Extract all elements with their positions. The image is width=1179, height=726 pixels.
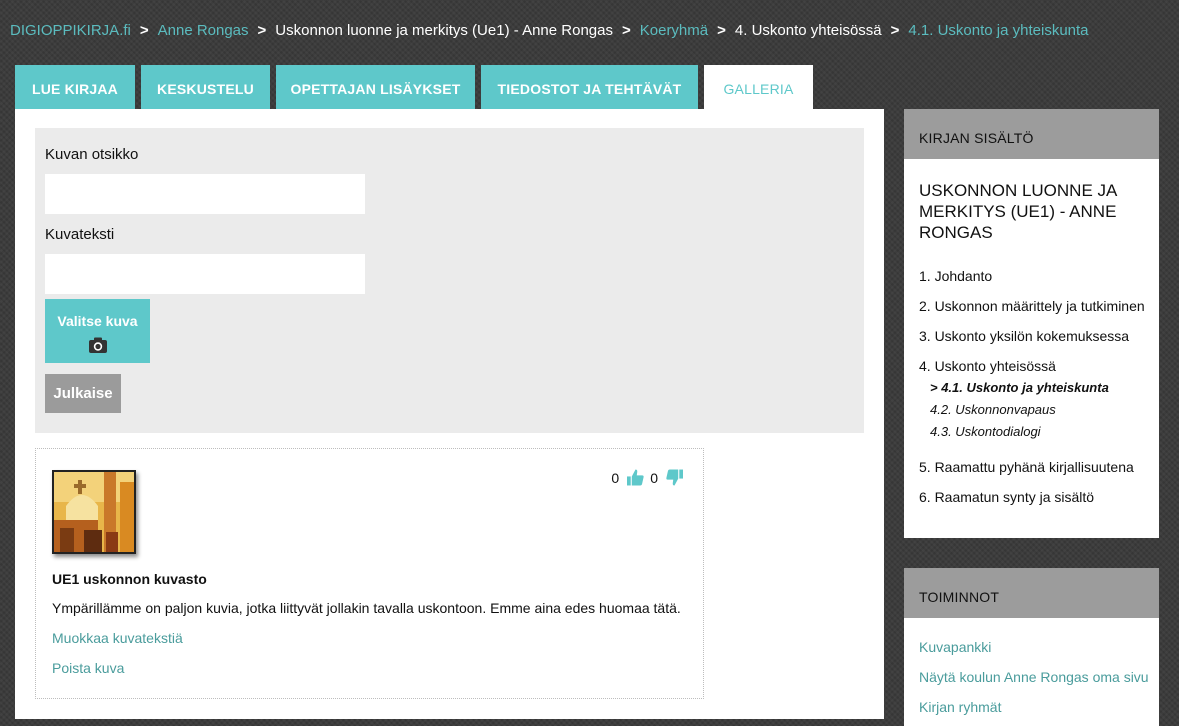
toc-subitem-current[interactable]: > 4.1. Uskonto ja yhteiskunta xyxy=(930,380,1109,395)
image-caption-input[interactable] xyxy=(45,254,365,294)
breadcrumb-separator: > xyxy=(139,22,149,39)
breadcrumb: DIGIOPPIKIRJA.fi > Anne Rongas > Uskonno… xyxy=(10,22,1089,39)
choose-image-label: Valitse kuva xyxy=(57,313,138,329)
choose-image-button[interactable]: Valitse kuva xyxy=(45,299,150,363)
upload-form: Kuvan otsikko Kuvateksti Valitse kuva Ju… xyxy=(35,128,864,433)
toc-subitem[interactable]: 4.3. Uskontodialogi xyxy=(930,424,1041,439)
dislike-count: 0 xyxy=(650,469,658,486)
toc-item[interactable]: 6. Raamatun synty ja sisältö xyxy=(919,489,1094,505)
tab-files-and-tasks[interactable]: TIEDOSTOT JA TEHTÄVÄT xyxy=(481,65,698,109)
church-image xyxy=(54,472,134,552)
toc-item[interactable]: 3. Uskonto yksilön kokemuksessa xyxy=(919,328,1129,344)
tab-gallery[interactable]: GALLERIA xyxy=(704,65,813,109)
actions-panel: TOIMINNOT Kuvapankki Näytä koulun Anne R… xyxy=(904,568,1159,726)
breadcrumb-separator: > xyxy=(890,22,900,39)
book-contents-panel: KIRJAN SISÄLTÖ USKONNON LUONNE JA MERKIT… xyxy=(904,109,1159,538)
book-groups-link[interactable]: Kirjan ryhmät xyxy=(919,699,1001,715)
gallery-item-title: UE1 uskonnon kuvasto xyxy=(52,571,207,587)
image-bank-link[interactable]: Kuvapankki xyxy=(919,639,991,655)
tab-read-book[interactable]: LUE KIRJAA xyxy=(15,65,135,109)
breadcrumb-brand-link[interactable]: DIGIOPPIKIRJA.fi xyxy=(10,22,131,39)
actions-header: TOIMINNOT xyxy=(904,568,1159,618)
tab-teacher-additions[interactable]: OPETTAJAN LISÄYKSET xyxy=(276,65,475,109)
toc-item[interactable]: 1. Johdanto xyxy=(919,268,992,284)
breadcrumb-separator: > xyxy=(717,22,726,39)
breadcrumb-separator: > xyxy=(257,22,267,39)
delete-image-link[interactable]: Poista kuva xyxy=(52,660,124,676)
breadcrumb-separator: > xyxy=(621,22,631,39)
edit-caption-link[interactable]: Muokkaa kuvatekstiä xyxy=(52,630,183,646)
tab-discussion[interactable]: KESKUSTELU xyxy=(141,65,270,109)
breadcrumb-user-link[interactable]: Anne Rongas xyxy=(158,22,249,39)
gallery-item: 0 0 UE1 uskonnon kuvasto Ympärillämme on… xyxy=(35,448,704,699)
thumbs-up-icon[interactable] xyxy=(627,469,644,486)
book-contents-header: KIRJAN SISÄLTÖ xyxy=(904,109,1159,159)
breadcrumb-book: Uskonnon luonne ja merkitys (Ue1) - Anne… xyxy=(275,22,613,39)
toc-item[interactable]: 2. Uskonnon määrittely ja tutkiminen xyxy=(919,298,1145,314)
tab-bar: LUE KIRJAA KESKUSTELU OPETTAJAN LISÄYKSE… xyxy=(15,65,819,109)
toc-item[interactable]: 4. Uskonto yhteisössä xyxy=(919,358,1056,374)
thumbs-down-icon[interactable] xyxy=(666,469,683,486)
school-page-link[interactable]: Näytä koulun Anne Rongas oma sivu xyxy=(919,669,1149,685)
image-caption-label: Kuvateksti xyxy=(45,226,115,243)
breadcrumb-group-link[interactable]: Koeryhmä xyxy=(640,22,708,39)
gallery-item-caption: Ympärillämme on paljon kuvia, jotka liit… xyxy=(52,600,681,616)
breadcrumb-chapter: 4. Uskonto yhteisössä xyxy=(734,22,882,39)
book-title: USKONNON LUONNE JA MERKITYS (UE1) - ANNE… xyxy=(919,181,1117,242)
camera-icon xyxy=(88,337,107,353)
gallery-thumbnail[interactable] xyxy=(52,470,136,554)
toc-item[interactable]: 5. Raamattu pyhänä kirjallisuutena xyxy=(919,459,1134,475)
vote-bar: 0 0 xyxy=(611,469,689,486)
gallery-panel: Kuvan otsikko Kuvateksti Valitse kuva Ju… xyxy=(15,109,884,719)
image-title-label: Kuvan otsikko xyxy=(45,146,139,163)
like-count: 0 xyxy=(611,469,620,486)
breadcrumb-section-link[interactable]: 4.1. Uskonto ja yhteiskunta xyxy=(908,22,1088,39)
image-title-input[interactable] xyxy=(45,174,365,214)
toc-subitem[interactable]: 4.2. Uskonnonvapaus xyxy=(930,402,1056,417)
publish-button[interactable]: Julkaise xyxy=(45,374,121,413)
